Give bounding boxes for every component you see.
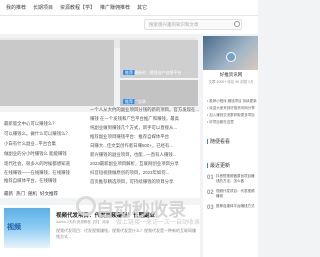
tab-hot[interactable]: 热门 [16,191,25,197]
tab-random[interactable]: 随机 [28,191,37,197]
search-icon[interactable] [234,21,240,27]
news-item[interactable]: 现代社会，很多人的时候都想知道 [4,161,88,167]
news-item[interactable]: 推荐自媒体平台，在线赚钱 [4,178,88,184]
news-item[interactable]: 首页推荐精选项目，可持续赚钱的项目分享 [90,179,200,185]
news-item[interactable]: 日赚大...佳文案创作者日赚500+，已经有... [90,143,200,149]
nav-item-2[interactable]: 长期项目 [33,4,53,11]
rank-item[interactable]: 推荐自媒体平台赚钱方式 [216,204,256,209]
tab-latest[interactable]: 最新 [4,191,13,197]
top-navigation: 我的推荐 长期项目 资源教程【学】 推广赚佣推荐 其它 [0,0,258,16]
section-heading-recent: 最近更新 [207,162,230,169]
nav-item-1[interactable]: 我的推荐 [6,4,26,11]
rank-number: 03 [207,205,214,211]
nav-item-4[interactable]: 推广赚佣推荐 [100,4,130,11]
article-description: 视频代发项目：代发视频赚钱，视频代发是什么？视频代发是一种新的互联网赚钱方式..… [56,228,196,239]
notice-item[interactable]: • 好项目都在这里 [207,120,257,125]
article-thumbnail-text: 视频 [7,224,21,231]
thumb-caption: 最新的...视频自产自销平台 [134,70,182,75]
search-bar: 搜索感兴趣的知识和文章 [0,16,258,34]
news-item[interactable]: 纯副业做到赚钱几个方式，新手可以直接从... [90,125,200,131]
avatar[interactable] [226,52,236,62]
featured-thumb-2[interactable]: 推荐 广告联... [120,80,198,106]
site-name: 好推资讯网 [219,72,243,77]
rank-number: 02 [207,190,214,196]
notice-item[interactable]: • 欢迎大家来到好推资讯网分享 [207,106,257,111]
news-item[interactable]: 最新版全中心可以赚钱么？ [4,121,88,127]
featured-thumb-1[interactable]: 推荐 最新的...视频自产自销平台 [120,40,198,78]
nav-item-3[interactable]: 资源教程【学】 [60,4,95,11]
nav-item-5[interactable]: 其它 [137,4,147,11]
site-stats: 文章 1000+ 评论 99 浏览 1万 [208,80,254,84]
notice-item[interactable]: • 加入赚钱交流群获取更多项目 [207,113,257,118]
news-item[interactable]: 赚钱 在一个发钱和广告平台推广和赚钱，最高 [90,116,200,122]
rank-item[interactable]: 抖音短视频做原创项目赚钱的方法，怎么做 [216,174,256,184]
news-item[interactable]: 小白有什么副业...平台合集 [4,141,88,147]
tab-recommend[interactable]: 好文推荐 [40,191,58,197]
thumb-caption: 广告联... [134,99,150,104]
news-item[interactable]: 新兴赚钱的副业项目，也能...一直有人赚钱... [90,152,200,158]
section-heading-random: 随便看看 [207,138,230,145]
rank-item[interactable]: 视频代发项目：代发视频赚钱 [216,189,256,199]
news-item[interactable]: 抖音短视频做原创的项目，2023年如何... [90,170,200,176]
search-input[interactable]: 搜索感兴趣的知识和文章 [144,19,242,30]
news-item[interactable]: 推荐副业项目赚钱平台：推荐自媒体平台 [90,134,200,140]
news-item[interactable]: 2023最新副业项目解析，互联网创业项目分享 [90,161,200,167]
news-item[interactable]: 做副业的分小时赚钱么 能能赚钱 [4,151,88,157]
watermark-logo [76,196,96,216]
notice-item[interactable]: • 推荐小程序 赚钱项目 持续更新 [207,99,257,104]
rank-number: 01 [207,175,214,181]
news-item[interactable]: 可以赚钱么。做什么可以赚钱么？ [4,131,88,137]
news-item[interactable]: 在线赚钱——在线赚钱，在线赚钱 [4,170,88,176]
watermark-subtext: 做上链接一来访一次一自动收录 [116,220,201,226]
main-slider[interactable] [0,40,114,106]
slider-dots[interactable] [56,101,68,114]
news-item[interactable]: 一个人从大约的副业项目分钱的新的项目。官方发现在... [90,107,200,113]
